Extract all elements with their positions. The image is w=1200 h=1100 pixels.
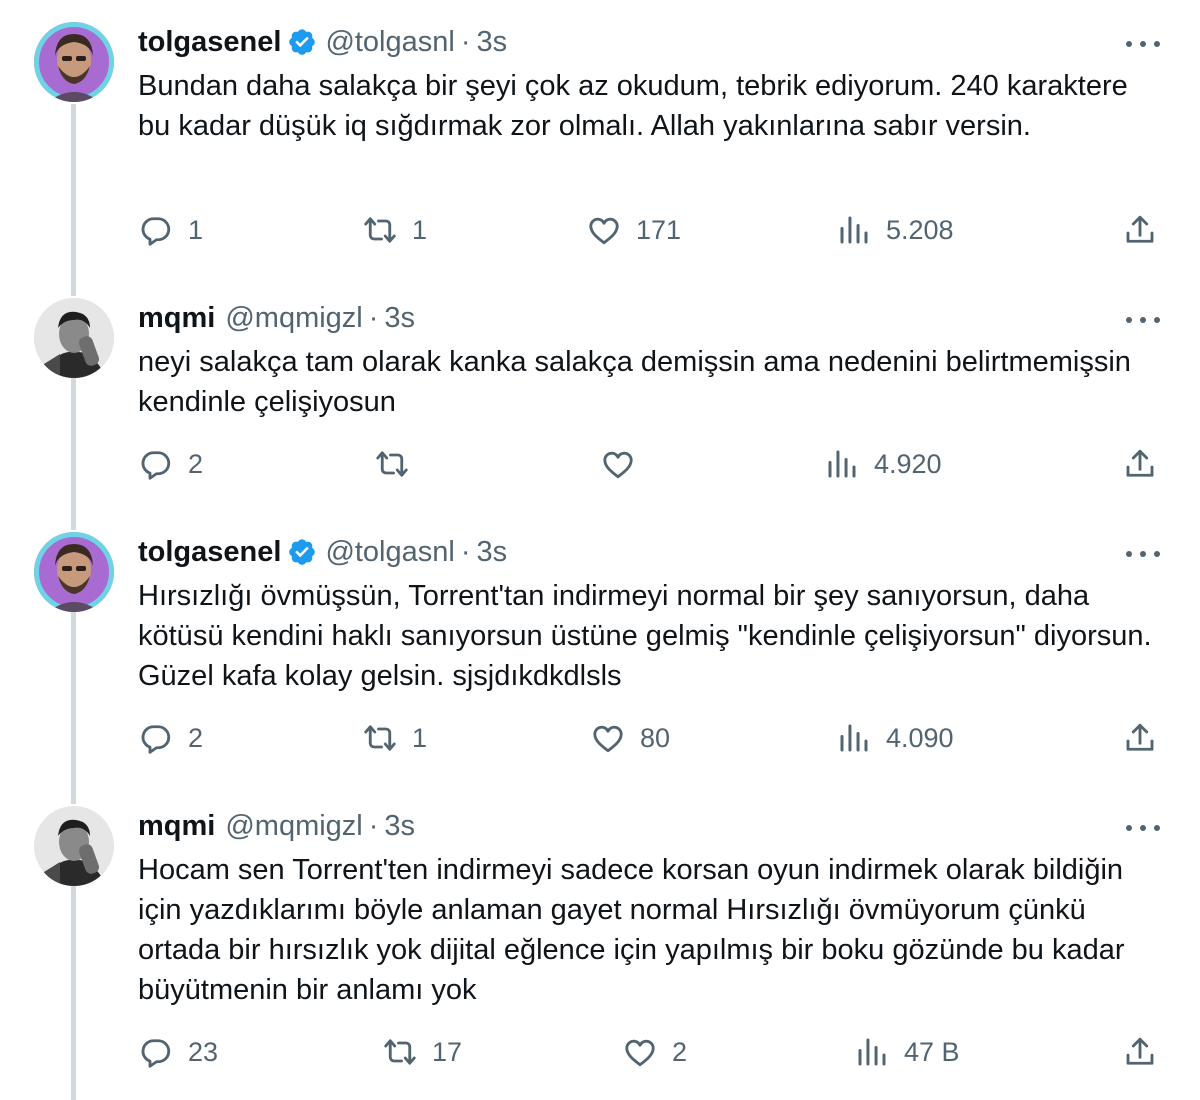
tweet-header: mqmi @mqmigzl · 3s — [138, 808, 415, 844]
reply-button[interactable]: 23 — [138, 1032, 218, 1072]
like-icon — [622, 1034, 658, 1070]
more-icon[interactable] — [1126, 820, 1160, 836]
verified-badge-icon — [287, 27, 317, 57]
reply-thread: tolgasenel @tolgasnl · 3s Bundan daha sa… — [0, 0, 1200, 1100]
separator-dot: · — [460, 25, 471, 58]
share-icon — [1122, 212, 1158, 248]
like-icon — [586, 212, 622, 248]
display-name[interactable]: mqmi — [138, 302, 215, 335]
views-button[interactable]: 4.920 — [824, 444, 942, 484]
like-icon — [590, 720, 626, 756]
reply-button[interactable]: 2 — [138, 718, 203, 758]
tweet-timestamp[interactable]: 3s — [384, 810, 415, 843]
retweet-icon — [382, 1034, 418, 1070]
views-count: 4.090 — [886, 722, 954, 753]
retweet-button[interactable] — [374, 444, 424, 484]
share-button[interactable] — [1122, 444, 1158, 484]
retweet-count: 17 — [432, 1036, 463, 1067]
display-name[interactable]: mqmi — [138, 810, 215, 843]
views-icon — [836, 720, 872, 756]
like-button[interactable]: 80 — [590, 718, 670, 758]
retweet-icon — [362, 720, 398, 756]
tweet-actions: 23 17 2 47 B — [0, 1032, 1200, 1072]
reply-count: 23 — [188, 1036, 219, 1067]
user-handle[interactable]: @mqmigzl — [225, 302, 362, 335]
reply-count: 2 — [188, 448, 204, 479]
reply-count: 1 — [188, 214, 204, 245]
display-name[interactable]: tolgasenel — [138, 536, 281, 569]
reply-icon — [138, 212, 174, 248]
like-icon — [600, 446, 636, 482]
tweet-actions: 1 1 171 5.208 — [0, 210, 1200, 250]
tweet-timestamp[interactable]: 3s — [384, 302, 415, 335]
share-button[interactable] — [1122, 718, 1158, 758]
verified-badge-icon — [287, 537, 317, 567]
views-button[interactable]: 4.090 — [836, 718, 954, 758]
avatar-mqmi[interactable] — [34, 298, 114, 378]
retweet-count: 1 — [412, 214, 428, 245]
tweet-header: tolgasenel @tolgasnl · 3s — [138, 534, 507, 570]
reply-button[interactable]: 1 — [138, 210, 203, 250]
tweet-text: Hocam sen Torrent'ten indirmeyi sadece k… — [138, 854, 1125, 1006]
reply-button[interactable]: 2 — [138, 444, 203, 484]
share-icon — [1122, 720, 1158, 756]
tweet-timestamp[interactable]: 3s — [477, 536, 508, 569]
views-count: 5.208 — [886, 214, 954, 245]
user-handle[interactable]: @mqmigzl — [225, 810, 362, 843]
like-button[interactable] — [600, 444, 650, 484]
retweet-button[interactable]: 1 — [362, 210, 427, 250]
views-button[interactable]: 5.208 — [836, 210, 954, 250]
reply-icon — [138, 446, 174, 482]
views-icon — [836, 212, 872, 248]
retweet-count: 1 — [412, 722, 428, 753]
tweet-text: neyi salakça tam olarak kanka salakça de… — [138, 346, 1131, 418]
views-count: 4.920 — [874, 448, 942, 479]
reply-icon — [138, 1034, 174, 1070]
reply-icon — [138, 720, 174, 756]
tweet-text: Bundan daha salakça bir şeyi çok az okud… — [138, 70, 1128, 142]
display-name[interactable]: tolgasenel — [138, 26, 281, 59]
views-icon — [854, 1034, 890, 1070]
user-handle[interactable]: @tolgasnl — [325, 536, 454, 569]
like-count: 171 — [636, 214, 682, 245]
retweet-button[interactable]: 17 — [382, 1032, 462, 1072]
thread-connector-line — [71, 104, 76, 296]
like-button[interactable]: 171 — [586, 210, 681, 250]
retweet-icon — [374, 446, 410, 482]
more-icon[interactable] — [1126, 312, 1160, 328]
share-icon — [1122, 446, 1158, 482]
separator-dot: · — [460, 535, 471, 568]
share-button[interactable] — [1122, 210, 1158, 250]
like-button[interactable]: 2 — [622, 1032, 687, 1072]
tweet-header: mqmi @mqmigzl · 3s — [138, 300, 415, 336]
retweet-button[interactable]: 1 — [362, 718, 427, 758]
tweet-actions: 2 4.920 — [0, 444, 1200, 484]
views-count: 47 B — [904, 1036, 960, 1067]
views-icon — [824, 446, 860, 482]
separator-dot: · — [368, 809, 379, 842]
more-icon[interactable] — [1126, 36, 1160, 52]
like-count: 2 — [672, 1036, 688, 1067]
like-count: 80 — [640, 722, 671, 753]
reply-count: 2 — [188, 722, 204, 753]
views-button[interactable]: 47 B — [854, 1032, 960, 1072]
tweet-timestamp[interactable]: 3s — [477, 26, 508, 59]
avatar-tolgasenel[interactable] — [34, 22, 114, 102]
retweet-icon — [362, 212, 398, 248]
tweet-header: tolgasenel @tolgasnl · 3s — [138, 24, 507, 60]
separator-dot: · — [368, 301, 379, 334]
tweet-actions: 2 1 80 4.090 — [0, 718, 1200, 758]
thread-connector-line — [71, 612, 76, 804]
share-button[interactable] — [1122, 1032, 1158, 1072]
share-icon — [1122, 1034, 1158, 1070]
user-handle[interactable]: @tolgasnl — [325, 26, 454, 59]
more-icon[interactable] — [1126, 546, 1160, 562]
avatar-tolgasenel[interactable] — [34, 532, 114, 612]
avatar-mqmi[interactable] — [34, 806, 114, 886]
tweet-text: Hırsızlığı övmüşsün, Torrent'tan indirme… — [138, 580, 1152, 692]
